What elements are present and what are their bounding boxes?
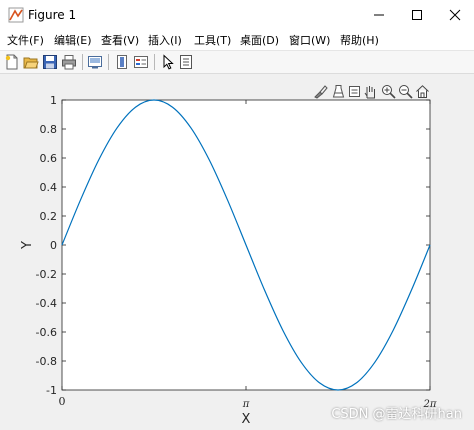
y-tick-label: 0 bbox=[50, 239, 57, 252]
y-tick-label: -1 bbox=[46, 384, 57, 397]
watermark: CSDN @雷达科研han bbox=[331, 407, 462, 422]
y-tick-label: -0.6 bbox=[36, 326, 57, 339]
y-tick-label: 1 bbox=[50, 94, 57, 107]
x-axis-label: X bbox=[242, 412, 251, 427]
y-tick-label: 0.6 bbox=[40, 152, 58, 165]
x-tick-label: π bbox=[242, 399, 250, 410]
axes[interactable]: 10.80.60.40.20-0.2-0.4-0.6-0.8-1 0 π 2π X … bbox=[0, 0, 474, 430]
y-tick-label: -0.8 bbox=[36, 355, 57, 368]
y-tick-label: 0.4 bbox=[40, 181, 58, 194]
y-tick-label: 0.2 bbox=[40, 210, 58, 223]
y-tick-label: -0.2 bbox=[36, 268, 57, 281]
y-axis-label: Y bbox=[20, 241, 35, 250]
x-tick-label: 0 bbox=[59, 395, 66, 408]
y-tick-label: -0.4 bbox=[36, 297, 57, 310]
y-tick-label: 0.8 bbox=[40, 123, 58, 136]
